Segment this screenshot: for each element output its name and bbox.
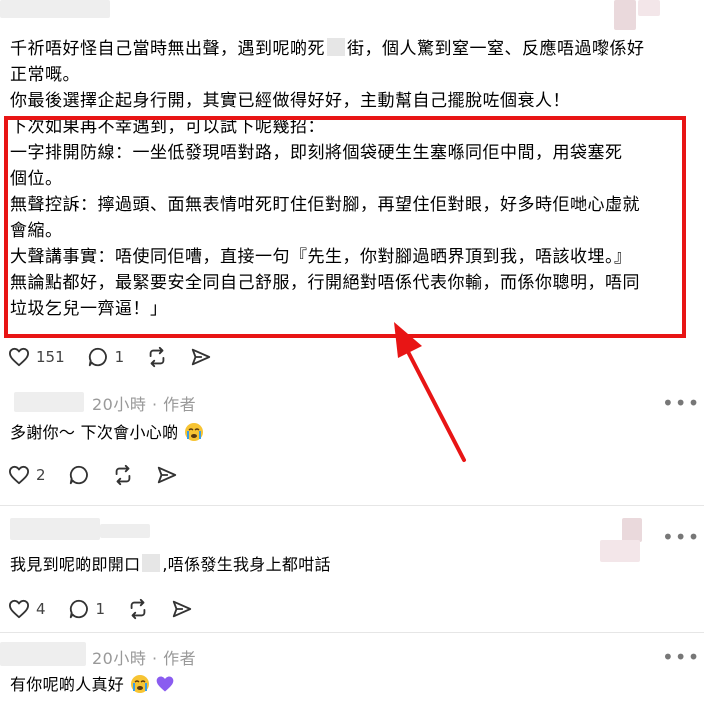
purple-heart-emoji-icon [156,676,174,692]
post-text-segment: 千祈唔好怪自己當時無出聲，遇到呢啲死 [10,39,325,59]
divider [0,505,704,506]
separator: · [151,395,158,414]
comment-text-content: 多謝你～ 下次會小心啲 [10,423,179,442]
comment-meta: 20小時 · 作者 [92,391,196,415]
comment-actions: 4 1 [8,598,215,620]
reply-button[interactable]: 1 [87,346,125,368]
comment-actions: 2 [8,464,200,486]
comment-icon [88,347,107,367]
author-tag: 作者 [163,649,197,668]
send-icon [157,466,176,484]
more-options-icon[interactable]: ••• [662,647,700,667]
like-button[interactable]: 2 [8,465,46,485]
comment-icon [69,465,88,485]
comment-text: 多謝你～ 下次會小心啲 [10,422,204,444]
blurred-username [100,524,150,538]
reply-count: 1 [95,600,106,618]
heart-icon [9,465,29,485]
blurred-avatar [638,0,660,16]
blurred-avatar [614,0,636,30]
blurred-username [10,518,100,540]
comment-text: 有你呢啲人真好 [10,674,175,696]
comment-text-content: 有你呢啲人真好 [10,675,125,694]
post-paragraph: 正常嘅。 [10,65,80,85]
comment-time: 20小時 [92,649,147,668]
send-icon [172,600,192,618]
post-text-segment: 街，個人驚到窒一窒、反應唔過嚟係好 [347,39,645,59]
annotation-arrow [394,322,466,462]
blurred-avatar [600,540,640,562]
crying-face-emoji-icon [130,675,149,693]
repost-button[interactable] [146,346,168,368]
repost-button[interactable] [127,598,149,620]
blurred-username [0,0,110,18]
divider [0,632,704,633]
heart-icon [9,599,29,619]
comment-text: 我見到呢啲即開口 ,唔係發生我身上都咁話 [10,554,331,576]
crying-face-emoji-icon [184,423,203,441]
post-actions: 151 1 [8,346,234,368]
repost-icon [130,598,146,620]
share-button[interactable] [156,464,178,486]
repost-icon [149,346,165,368]
blurred-avatar [622,518,642,542]
post-paragraph: 你最後選擇企起身行開，其實已經做得好好，主動幫自己擺脫咗個衰人！ [10,91,570,111]
reply-button[interactable]: 1 [68,598,106,620]
comment-time: 20小時 [92,395,147,414]
comment-meta: 20小時 · 作者 [92,645,196,669]
blurred-username [14,392,84,412]
post-paragraph: 千祈唔好怪自己當時無出聲，遇到呢啲死 街，個人驚到窒一窒、反應唔過嚟係好 [10,36,690,62]
like-button[interactable]: 151 [8,347,65,367]
highlight-box [4,116,686,338]
blurred-username [0,642,86,666]
repost-button[interactable] [112,464,134,486]
blurred-word [327,38,345,56]
send-icon [192,348,211,366]
share-button[interactable] [171,598,193,620]
reply-button[interactable] [68,464,90,486]
like-count: 2 [36,466,46,484]
more-options-icon[interactable]: ••• [662,527,700,547]
share-button[interactable] [190,346,212,368]
separator: · [151,649,158,668]
comment-icon [69,599,88,619]
repost-icon [115,464,130,486]
heart-icon [9,347,29,367]
like-count: 4 [36,600,46,618]
like-count: 151 [36,348,65,366]
blurred-word [142,554,161,572]
comment-text-segment: 我見到呢啲即開口 [10,555,141,574]
comment-text-segment: ,唔係發生我身上都咁話 [162,555,331,574]
more-options-icon[interactable]: ••• [662,393,700,413]
reply-count: 1 [114,348,125,366]
like-button[interactable]: 4 [8,599,46,619]
author-tag: 作者 [163,395,197,414]
